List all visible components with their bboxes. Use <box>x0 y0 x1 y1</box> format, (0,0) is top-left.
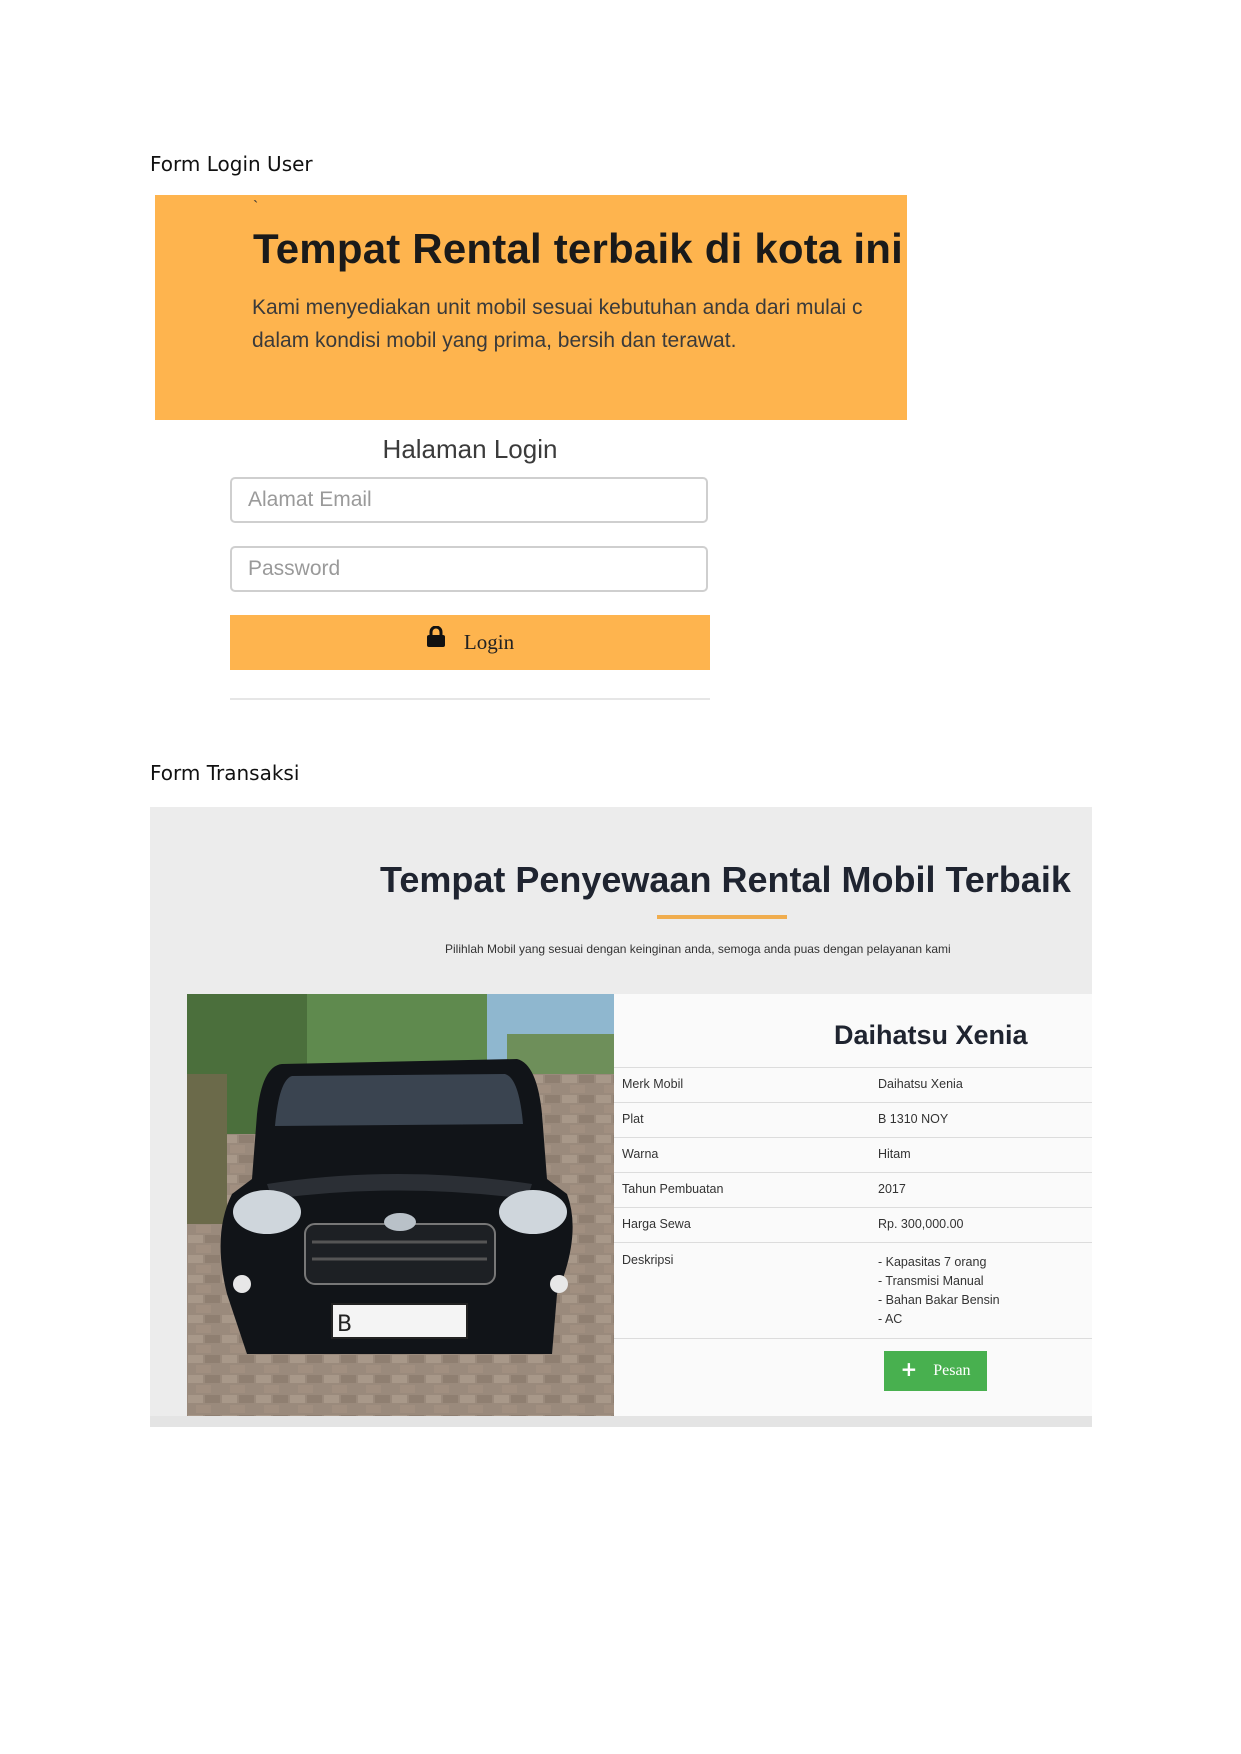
spec-label: Plat <box>614 1102 870 1138</box>
transaction-panel: Tempat Penyewaan Rental Mobil Terbaik Pi… <box>150 807 1092 1427</box>
login-button-label: Login <box>463 630 515 654</box>
spec-value: Hitam <box>870 1137 1092 1173</box>
transaction-subtitle: Pilihlah Mobil yang sesuai dengan keingi… <box>445 942 951 956</box>
spec-value: Rp. 300,000.00 <box>870 1207 1092 1243</box>
spec-value: B 1310 NOY <box>870 1102 1092 1138</box>
transaction-title: Tempat Penyewaan Rental Mobil Terbaik <box>380 859 1071 900</box>
spec-label: Harga Sewa <box>614 1207 870 1243</box>
description-line: - Bahan Bakar Bensin <box>878 1293 1000 1307</box>
car-photo: B <box>187 994 614 1416</box>
email-field[interactable] <box>230 477 708 523</box>
hero-description-line-2: dalam kondisi mobil yang prima, bersih d… <box>252 329 737 352</box>
order-button-label: Pesan <box>933 1362 971 1379</box>
spec-value: Daihatsu Xenia <box>870 1068 1092 1103</box>
description-line: - Transmisi Manual <box>878 1274 984 1288</box>
lock-icon <box>426 625 446 654</box>
table-row: Warna Hitam <box>614 1137 1092 1173</box>
car-name: Daihatsu Xenia <box>614 994 1092 1068</box>
spec-label: Deskripsi <box>614 1242 870 1339</box>
car-plate-text: B <box>337 1312 352 1337</box>
table-row: Harga Sewa Rp. 300,000.00 <box>614 1207 1092 1243</box>
table-row: Deskripsi - Kapasitas 7 orang - Transmis… <box>614 1242 1092 1339</box>
login-page-title: Halaman Login <box>382 434 558 464</box>
hero-tick: ` <box>253 199 259 216</box>
car-detail-card: Daihatsu Xenia Merk Mobil Daihatsu Xenia… <box>614 994 1092 1416</box>
hero-banner: ` Tempat Rental terbaik di kota ini Kami… <box>155 195 907 420</box>
spec-label: Warna <box>614 1137 870 1173</box>
spec-value: 2017 <box>870 1172 1092 1208</box>
order-button[interactable]: + Pesan <box>884 1351 987 1391</box>
description-line: - Kapasitas 7 orang <box>878 1255 987 1269</box>
description-line: - AC <box>878 1312 903 1326</box>
hero-description: Kami menyediakan unit mobil sesuai kebut… <box>252 291 907 357</box>
title-underline <box>657 915 787 919</box>
login-button[interactable]: Login <box>230 615 710 670</box>
table-row: Tahun Pembuatan 2017 <box>614 1172 1092 1208</box>
spec-label: Tahun Pembuatan <box>614 1172 870 1208</box>
hero-description-line-1: Kami menyediakan unit mobil sesuai kebut… <box>252 296 863 319</box>
plus-icon: + <box>900 1357 918 1381</box>
login-divider <box>230 698 710 700</box>
spec-description: - Kapasitas 7 orang - Transmisi Manual -… <box>870 1242 1092 1339</box>
table-row: Plat B 1310 NOY <box>614 1102 1092 1138</box>
car-spec-table: Merk Mobil Daihatsu Xenia Plat B 1310 NO… <box>614 1068 1092 1339</box>
login-section-caption: Form Login User <box>150 152 313 176</box>
hero-title: Tempat Rental terbaik di kota ini <box>253 225 903 272</box>
panel-bottom-bar <box>150 1416 1092 1427</box>
password-field[interactable] <box>230 546 708 592</box>
transaction-section-caption: Form Transaksi <box>150 761 300 785</box>
spec-label: Merk Mobil <box>614 1068 870 1103</box>
table-row: Merk Mobil Daihatsu Xenia <box>614 1068 1092 1103</box>
